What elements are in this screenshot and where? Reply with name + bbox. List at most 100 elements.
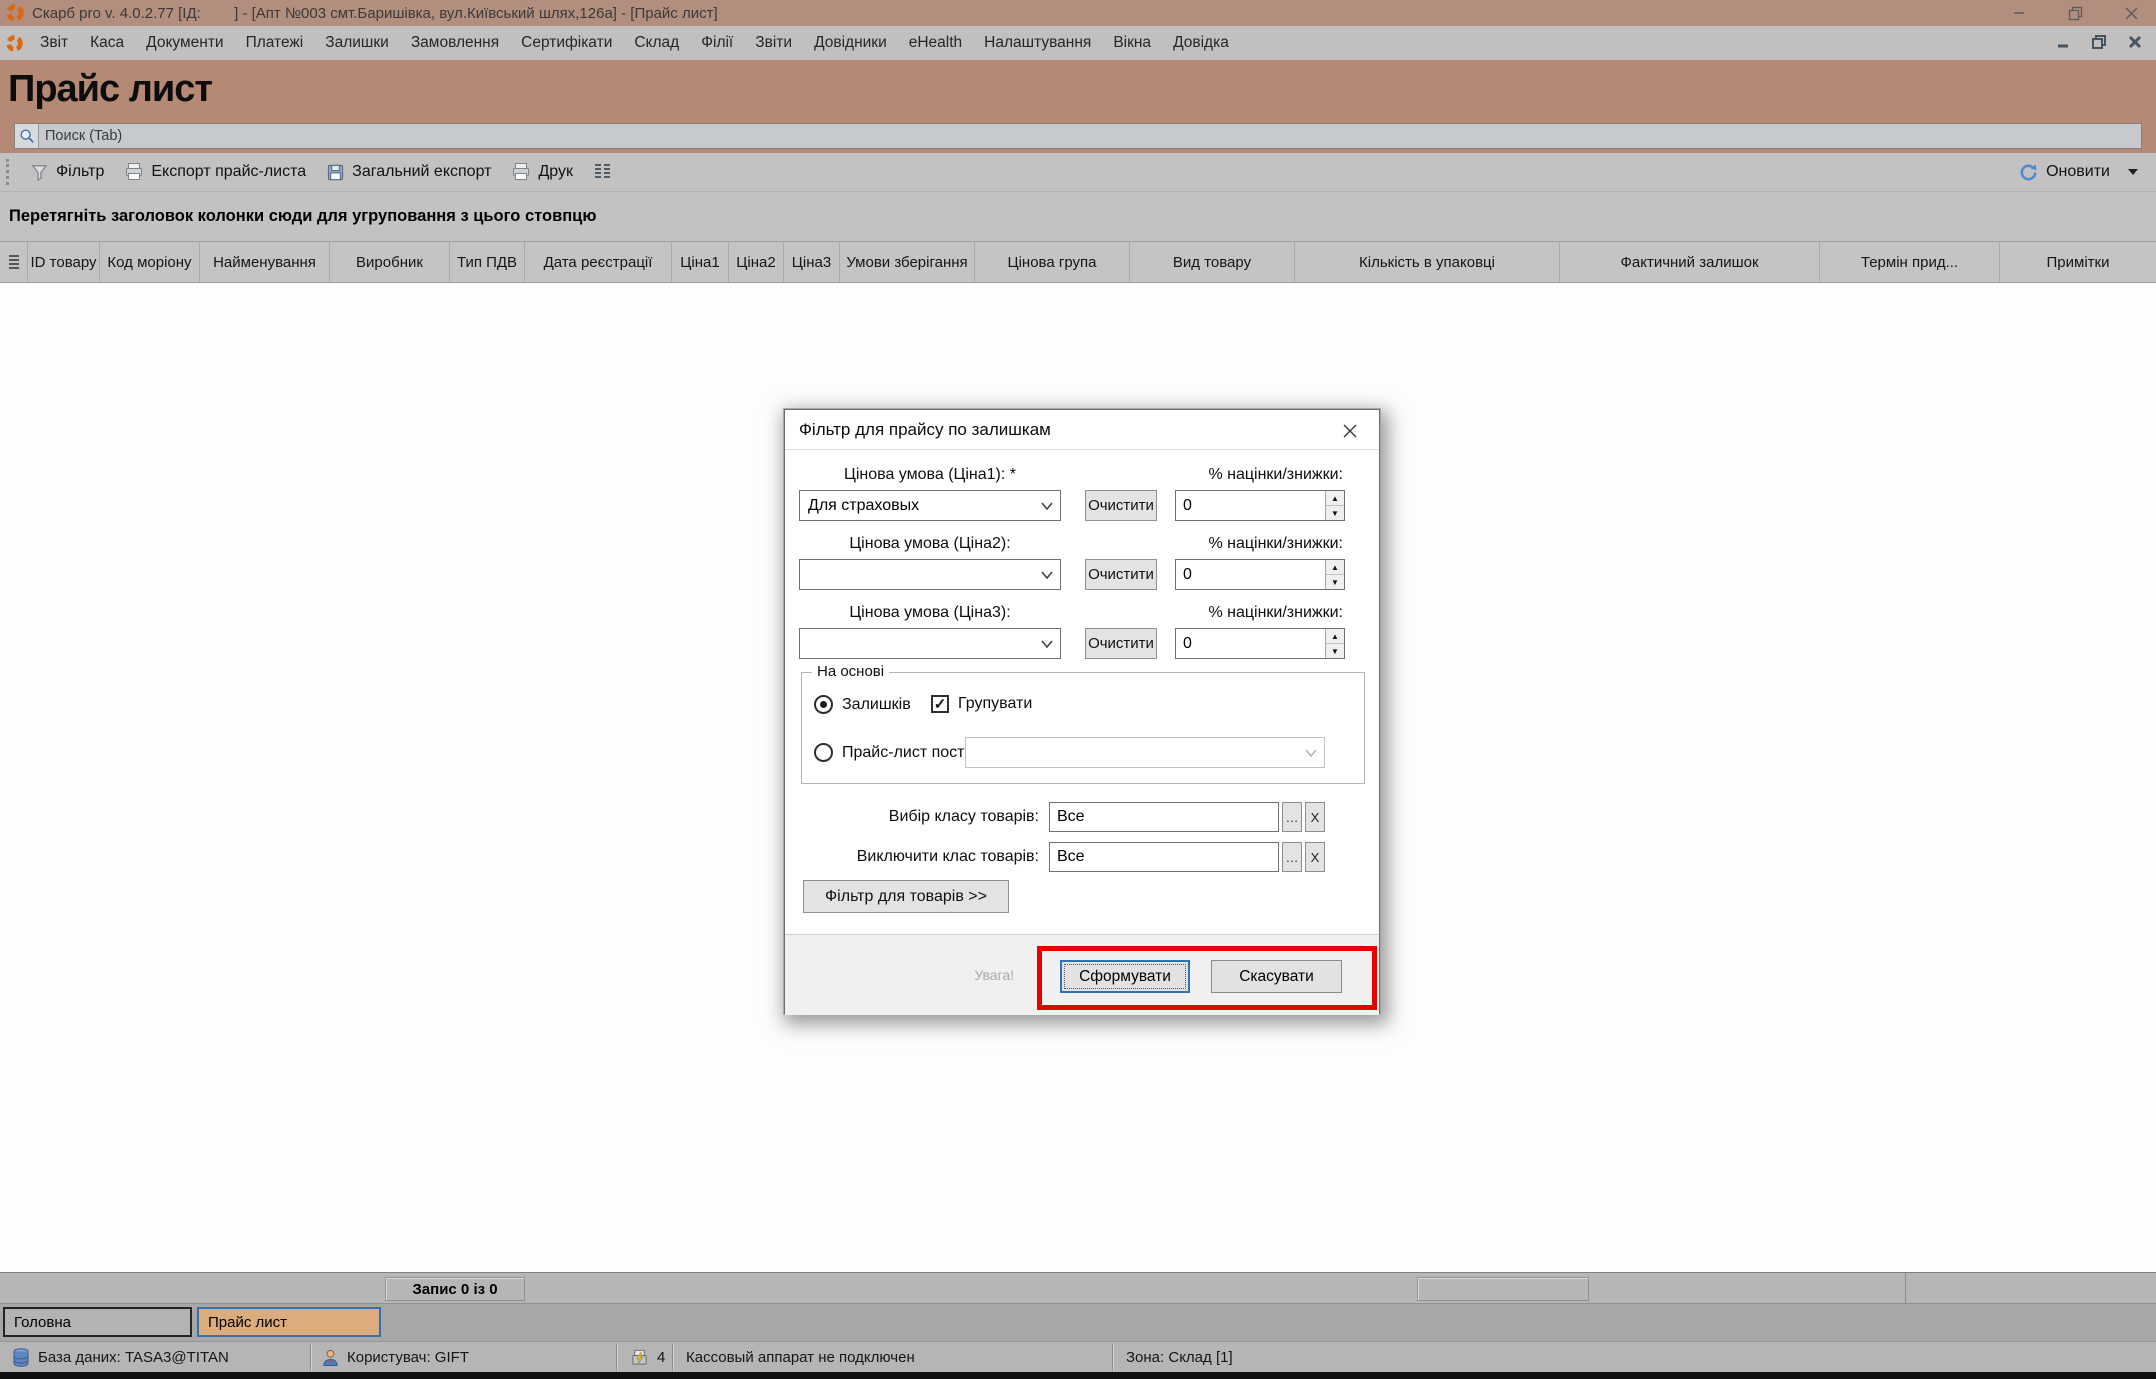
menu-item-kasa[interactable]: Каса xyxy=(79,34,135,52)
clear1-button[interactable]: Очистити xyxy=(1085,490,1157,521)
refresh-button[interactable]: Оновити xyxy=(2008,158,2120,187)
column-header-vat-type[interactable]: Тип ПДВ xyxy=(450,242,525,282)
basis-stock-radio[interactable]: Залишків xyxy=(814,695,911,714)
menu-item-dovidnyky[interactable]: Довідники xyxy=(803,34,898,52)
menu-item-vikna[interactable]: Вікна xyxy=(1102,34,1162,52)
export-pricelist-button[interactable]: Експорт прайс-листа xyxy=(114,158,316,186)
dialog-title: Фільтр для прайсу по залишкам xyxy=(799,420,1051,440)
menu-item-zamovlennya[interactable]: Замовлення xyxy=(400,34,510,52)
menu-item-filii[interactable]: Філії xyxy=(690,34,744,52)
record-count: Запис 0 із 0 xyxy=(412,1281,497,1298)
column-header-storage-conditions[interactable]: Умови зберігання xyxy=(840,242,975,282)
menu-item-ehealth[interactable]: eHealth xyxy=(898,34,973,52)
general-export-button[interactable]: Загальний експорт xyxy=(316,159,501,186)
cancel-button[interactable]: Скасувати xyxy=(1211,960,1342,993)
markup2-input[interactable] xyxy=(1176,560,1325,589)
column-header-notes[interactable]: Примітки xyxy=(2000,242,2156,282)
dialog-title-bar: Фільтр для прайсу по залишкам xyxy=(785,410,1379,450)
class-select-clear-button[interactable]: X xyxy=(1305,802,1325,832)
column-header-id[interactable]: ID товару xyxy=(28,242,100,282)
group-checkbox[interactable]: ✓ Групувати xyxy=(931,695,1032,713)
mdi-close-icon[interactable] xyxy=(2122,30,2148,54)
column-header-name[interactable]: Найменування xyxy=(200,242,330,282)
search-input[interactable] xyxy=(39,125,2141,147)
spin-down-icon[interactable]: ▼ xyxy=(1326,575,1344,589)
bottom-edge xyxy=(0,1372,2156,1379)
filter-button[interactable]: Фільтр xyxy=(20,159,114,186)
page-header: Прайс лист xyxy=(0,60,2156,118)
database-icon xyxy=(12,1348,30,1368)
menu-item-platezhi[interactable]: Платежі xyxy=(235,34,315,52)
spin-up-icon[interactable]: ▲ xyxy=(1326,629,1344,644)
price-condition1-select[interactable]: Для страховых xyxy=(799,490,1061,521)
mdi-restore-icon[interactable] xyxy=(2086,30,2112,54)
markup3-input[interactable] xyxy=(1176,629,1325,658)
menu-bar: Звіт Каса Документи Платежі Залишки Замо… xyxy=(0,26,2156,60)
spin-up-icon[interactable]: ▲ xyxy=(1326,491,1344,506)
restore-icon[interactable] xyxy=(2064,3,2086,23)
empty-status-panel xyxy=(1417,1277,1589,1301)
menu-item-dokumenty[interactable]: Документи xyxy=(135,34,234,52)
price-condition2-select[interactable] xyxy=(799,559,1061,590)
window-title: Скарб pro v. 4.0.2.77 [ІД: ] - [Апт №003… xyxy=(32,5,718,22)
clear2-button[interactable]: Очистити xyxy=(1085,559,1157,590)
class-select-browse-button[interactable]: … xyxy=(1282,802,1302,832)
groupby-hint: Перетягніть заголовок колонки сюди для у… xyxy=(9,207,596,226)
price2-label: Цінова умова (Ціна2): xyxy=(799,535,1061,553)
dialog-close-icon[interactable] xyxy=(1337,418,1363,444)
radio-unchecked-icon xyxy=(814,743,833,762)
filter-dialog: Фільтр для прайсу по залишкам Цінова умо… xyxy=(784,409,1380,1014)
column-header-price2[interactable]: Ціна2 xyxy=(729,242,784,282)
menu-item-sertyfikaty[interactable]: Сертифікати xyxy=(510,34,623,52)
column-header-qty-per-pack[interactable]: Кількість в упаковці xyxy=(1295,242,1560,282)
mdi-minimize-icon[interactable] xyxy=(2050,30,2076,54)
spin-down-icon[interactable]: ▼ xyxy=(1326,644,1344,658)
column-header-registration-date[interactable]: Дата реєстрації xyxy=(525,242,672,282)
class-select-field[interactable]: Все xyxy=(1049,802,1279,832)
supplier-pricelist-select[interactable] xyxy=(965,737,1325,768)
column-header-price-group[interactable]: Цінова група xyxy=(975,242,1130,282)
radio-checked-icon xyxy=(814,695,833,714)
menu-item-zvit[interactable]: Звіт xyxy=(29,34,79,52)
product-filter-button[interactable]: Фільтр для товарів >> xyxy=(803,880,1009,913)
column-header-price3[interactable]: Ціна3 xyxy=(784,242,840,282)
price-condition3-select[interactable] xyxy=(799,628,1061,659)
checkbox-checked-icon: ✓ xyxy=(931,695,949,713)
app-logo-icon xyxy=(6,4,24,22)
close-icon[interactable] xyxy=(2120,3,2142,23)
column-header-manufacturer[interactable]: Виробник xyxy=(330,242,450,282)
tab-price-list[interactable]: Прайс лист xyxy=(197,1307,381,1337)
spin-up-icon[interactable]: ▲ xyxy=(1326,560,1344,575)
minimize-icon[interactable] xyxy=(2008,3,2030,23)
menu-item-sklad[interactable]: Склад xyxy=(623,34,690,52)
class-select-label: Вибір класу товарів: xyxy=(799,808,1039,826)
markup1-input[interactable] xyxy=(1176,491,1325,520)
spin-down-icon[interactable]: ▼ xyxy=(1326,506,1344,520)
clear3-button[interactable]: Очистити xyxy=(1085,628,1157,659)
menu-item-dovidka[interactable]: Довідка xyxy=(1162,34,1240,52)
class-exclude-field[interactable]: Все xyxy=(1049,842,1279,872)
print-button[interactable]: Друк xyxy=(501,158,583,186)
main-menu: Звіт Каса Документи Платежі Залишки Замо… xyxy=(29,34,1240,52)
class-exclude-browse-button[interactable]: … xyxy=(1282,842,1302,872)
refresh-icon xyxy=(2018,162,2039,183)
column-header-price1[interactable]: Ціна1 xyxy=(672,242,729,282)
menu-item-nalashtuvannya[interactable]: Налаштування xyxy=(973,34,1102,52)
chevron-down-icon[interactable] xyxy=(2128,169,2138,175)
menu-item-zvity[interactable]: Звіти xyxy=(744,34,803,52)
columns-button[interactable] xyxy=(583,159,623,185)
cash-register-icon xyxy=(630,1348,649,1367)
price3-label: Цінова умова (Ціна3): xyxy=(799,604,1061,622)
menu-item-zalyshky[interactable]: Залишки xyxy=(314,34,400,52)
submit-button[interactable]: Сформувати xyxy=(1060,960,1190,993)
tab-home[interactable]: Головна xyxy=(3,1307,192,1337)
row-selector-icon[interactable] xyxy=(0,242,28,282)
class-exclude-clear-button[interactable]: X xyxy=(1305,842,1325,872)
search-row xyxy=(0,118,2156,153)
column-header-shelf-life[interactable]: Термін прид... xyxy=(1820,242,2000,282)
column-header-actual-stock[interactable]: Фактичний залишок xyxy=(1560,242,1820,282)
printer-icon xyxy=(511,162,531,182)
warning-text: Увага! xyxy=(785,967,1014,983)
column-header-product-kind[interactable]: Вид товару xyxy=(1130,242,1295,282)
column-header-morion-code[interactable]: Код моріону xyxy=(100,242,200,282)
